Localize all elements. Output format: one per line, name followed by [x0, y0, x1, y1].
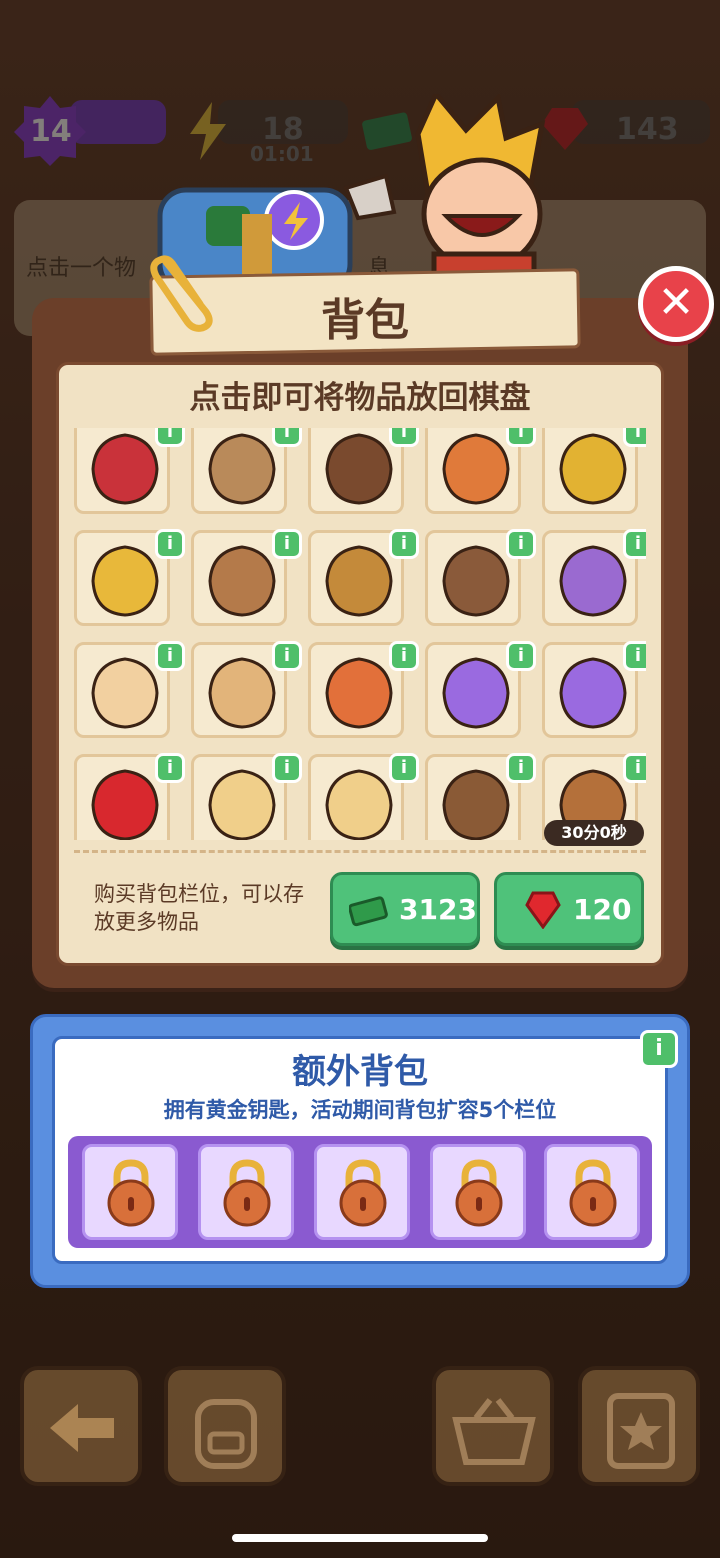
lock-icon — [223, 1159, 271, 1227]
info-icon[interactable]: i — [623, 641, 646, 671]
red-gems-icon — [91, 769, 159, 840]
buy-slot-text: 购买背包栏位，可以存放更多物品 — [94, 882, 304, 934]
inventory-slot-hourglass-tile-tan[interactable]: i — [191, 641, 302, 738]
back-arrow-icon — [50, 1404, 114, 1452]
info-icon[interactable]: i — [272, 529, 302, 559]
item-timer-badge: 30分0秒 — [544, 820, 644, 846]
info-icon[interactable]: i — [506, 641, 536, 671]
info-icon[interactable]: i — [155, 753, 185, 783]
inventory-slot-tofu-cubes-3[interactable]: i — [308, 753, 419, 840]
inventory-slot-highland-cow[interactable]: i — [425, 529, 536, 626]
basket-icon — [452, 1398, 536, 1465]
cookie-leaf-icon — [208, 433, 276, 505]
backpack-button[interactable] — [164, 1366, 286, 1486]
energy-orb-icon — [442, 657, 510, 729]
lucky-cat-icon — [91, 657, 159, 729]
lock-icon — [339, 1159, 387, 1227]
inventory-slot-pottery-cone[interactable]: i — [425, 753, 536, 840]
info-icon[interactable]: i — [389, 641, 419, 671]
info-icon[interactable]: i — [389, 529, 419, 559]
inventory-slot-road-barrier[interactable]: i — [425, 428, 536, 514]
locked-slot[interactable] — [544, 1144, 640, 1240]
info-icon[interactable]: i — [389, 753, 419, 783]
inventory-slot-wooden-box[interactable]: i — [308, 428, 419, 514]
shop-basket-button[interactable] — [432, 1366, 554, 1486]
inventory-slot-gold-coin-stack[interactable]: i — [74, 529, 185, 626]
info-icon[interactable]: i — [272, 428, 302, 447]
inventory-slot-moth[interactable]: i — [542, 529, 646, 626]
extra-backpack-subtitle: 拥有黄金钥匙，活动期间背包扩容5个栏位 — [163, 1098, 557, 1122]
info-icon[interactable]: i — [623, 428, 646, 447]
tofu-cubes-3-icon — [325, 769, 393, 840]
buy-cash-price: 3123 — [399, 893, 477, 926]
close-button[interactable]: ✕ — [638, 266, 714, 342]
highland-cow-icon — [442, 545, 510, 617]
inventory-slot-tofu-cubes-2[interactable]: i — [191, 753, 302, 840]
gold-coin-stack-icon — [91, 545, 159, 617]
locked-slot[interactable] — [314, 1144, 410, 1240]
inventory-slot-red-gloves[interactable]: i — [74, 428, 185, 514]
cash-icon — [349, 896, 388, 927]
backpack-subtitle: 点击即可将物品放回棋盘 — [189, 380, 531, 416]
road-barrier-icon — [442, 433, 510, 505]
home-indicator — [232, 1534, 488, 1542]
info-icon[interactable]: i — [506, 428, 536, 447]
lock-icon — [455, 1159, 503, 1227]
locked-slot[interactable] — [82, 1144, 178, 1240]
lock-icon — [107, 1159, 155, 1227]
inventory-slot-energy-orb[interactable]: i — [425, 641, 536, 738]
yellow-horseshoe-icon — [559, 433, 627, 505]
buy-gem-price: 120 — [573, 893, 632, 926]
inventory-slot-red-gems[interactable]: i — [74, 753, 185, 840]
inventory-slot-yellow-horseshoe[interactable]: i — [542, 428, 646, 514]
extra-info-button[interactable]: i — [640, 1030, 678, 1068]
energy-orb-icon — [559, 657, 627, 729]
inventory-slot-energy-orb[interactable]: i — [542, 641, 646, 738]
buy-slot-cash-button[interactable]: 3123 — [330, 872, 480, 946]
lock-icon — [569, 1159, 617, 1227]
info-icon[interactable]: i — [272, 641, 302, 671]
gem-icon — [525, 891, 561, 929]
tofu-cubes-2-icon — [208, 769, 276, 840]
pottery-cone-icon — [442, 769, 510, 840]
info-icon[interactable]: i — [155, 641, 185, 671]
moth-icon — [559, 545, 627, 617]
tasks-button[interactable] — [578, 1366, 700, 1486]
extra-backpack-title: 额外背包 — [292, 1052, 428, 1092]
wooden-box-icon — [325, 433, 393, 505]
backpack-icon — [195, 1399, 257, 1469]
pocket-watch-icon — [325, 545, 393, 617]
buy-slot-gem-button[interactable]: 120 — [494, 872, 644, 946]
info-icon[interactable]: i — [155, 428, 185, 447]
info-icon[interactable]: i — [155, 529, 185, 559]
back-button[interactable] — [20, 1366, 142, 1486]
info-icon[interactable]: i — [389, 428, 419, 447]
close-icon: ✕ — [657, 277, 695, 328]
inventory-slot-lucky-cat[interactable]: i — [74, 641, 185, 738]
clipboard-star-icon — [607, 1393, 675, 1469]
info-icon[interactable]: i — [506, 753, 536, 783]
inventory-slot-hourglass-tile-orange[interactable]: i — [308, 641, 419, 738]
info-icon[interactable]: i — [272, 753, 302, 783]
info-icon[interactable]: i — [506, 529, 536, 559]
locked-slot[interactable] — [430, 1144, 526, 1240]
hourglass-tile-orange-icon — [325, 657, 393, 729]
info-icon[interactable]: i — [623, 529, 646, 559]
paperclip-icon — [150, 255, 213, 332]
info-icon[interactable]: i — [623, 753, 646, 783]
red-gloves-icon — [91, 433, 159, 505]
clay-pot-icon — [208, 545, 276, 617]
hourglass-tile-tan-icon — [208, 657, 276, 729]
divider — [74, 850, 646, 853]
inventory-slot-cookie-leaf[interactable]: i — [191, 428, 302, 514]
inventory-slot-pocket-watch[interactable]: i — [308, 529, 419, 626]
inventory-slot-clay-pot[interactable]: i — [191, 529, 302, 626]
locked-slot[interactable] — [198, 1144, 294, 1240]
inventory-grid: i i i i i i i i i i i i i i i i i i i i — [74, 428, 646, 840]
